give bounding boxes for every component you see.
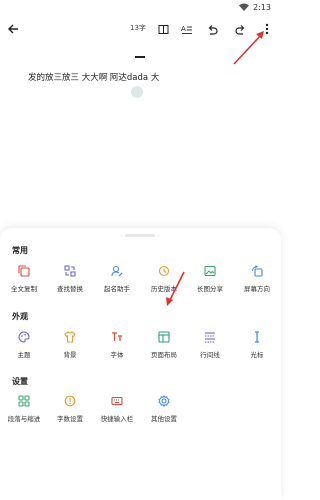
background-button[interactable]: 背景 — [46, 330, 94, 364]
back-arrow-icon — [8, 24, 18, 34]
sheet-drag-handle[interactable] — [125, 234, 155, 237]
status-bar: 2:13 — [0, 0, 281, 14]
word-count: 13字 — [130, 24, 146, 32]
options-sheet: 常用 全文复制 查找替换 起名助手 历史版本 长图分享 屏幕方向 外观 主题 背… — [0, 228, 281, 500]
word-count-settings-label: 字数设置 — [57, 415, 83, 423]
line-spacing-button[interactable]: 行间线 — [186, 330, 234, 364]
naming-assistant-label: 起名助手 — [104, 285, 130, 293]
naming-assistant-button[interactable]: 起名助手 — [93, 264, 141, 298]
other-settings-label: 其他设置 — [151, 415, 177, 423]
shirt-icon — [64, 331, 76, 343]
book-icon — [158, 24, 168, 34]
cursor-button[interactable]: 光标 — [233, 330, 281, 364]
gear-icon — [158, 395, 170, 407]
quick-input-bar-button[interactable]: 快捷输入栏 — [93, 394, 141, 428]
find-replace-icon — [64, 265, 76, 277]
copy-all-button[interactable]: 全文复制 — [0, 264, 48, 298]
background-label: 背景 — [63, 351, 77, 359]
format-button[interactable]: A — [176, 14, 198, 44]
section-title-common: 常用 — [12, 246, 28, 255]
word-count-settings-button[interactable]: 字数设置 — [46, 394, 94, 428]
theme-label: 主题 — [17, 351, 31, 359]
line-spacing-label: 行间线 — [200, 351, 220, 359]
reading-mode-button[interactable] — [152, 14, 174, 44]
back-button[interactable] — [2, 14, 24, 44]
text-cursor-icon — [255, 331, 259, 343]
page-layout-label: 页面布局 — [151, 351, 177, 359]
cursor-label: 光标 — [250, 351, 264, 359]
editor-text[interactable]: 发的放三放三 大大啊 阿达dada 大 — [28, 71, 159, 83]
svg-text:A: A — [181, 25, 186, 33]
find-replace-label: 查找替换 — [57, 285, 83, 293]
editor-area[interactable]: 发的放三放三 大大啊 阿达dada 大 — [0, 44, 281, 244]
long-image-share-label: 长图分享 — [197, 285, 223, 293]
layout-icon — [158, 331, 170, 343]
title-placeholder-line — [135, 56, 145, 58]
undo-button[interactable] — [201, 14, 223, 44]
find-replace-button[interactable]: 查找替换 — [46, 264, 94, 298]
long-image-share-button[interactable]: 长图分享 — [186, 264, 234, 298]
rotate-screen-icon — [252, 265, 263, 277]
screen-orientation-button[interactable]: 屏幕方向 — [233, 264, 281, 298]
image-icon — [204, 265, 216, 277]
palette-icon — [18, 331, 30, 343]
quick-input-bar-label: 快捷输入栏 — [100, 415, 134, 423]
cursor-handle[interactable] — [131, 86, 143, 98]
font-button[interactable]: 字体 — [93, 330, 141, 364]
paragraph-grid-icon — [18, 395, 30, 407]
info-circle-icon — [64, 395, 76, 407]
section-title-settings: 设置 — [12, 377, 28, 386]
other-settings-button[interactable]: 其他设置 — [140, 394, 188, 428]
font-label: 字体 — [110, 351, 124, 359]
section-title-appearance: 外观 — [12, 312, 28, 321]
keyboard-icon — [111, 396, 123, 406]
wifi-icon — [239, 3, 250, 11]
text-format-icon: A — [181, 25, 192, 34]
status-time: 2:13 — [253, 2, 271, 12]
page-layout-button[interactable]: 页面布局 — [140, 330, 188, 364]
annotation-arrow-history — [166, 271, 185, 306]
theme-button[interactable]: 主题 — [0, 330, 48, 364]
person-edit-icon — [111, 265, 123, 277]
screen-orientation-label: 屏幕方向 — [244, 285, 270, 293]
undo-icon — [208, 24, 218, 35]
copy-all-label: 全文复制 — [11, 285, 37, 293]
copy-icon — [18, 265, 30, 277]
paragraph-indent-button[interactable]: 段落与缩进 — [0, 394, 48, 428]
lines-icon — [205, 332, 215, 343]
paragraph-indent-label: 段落与缩进 — [7, 415, 41, 423]
font-icon — [112, 332, 122, 341]
annotation-arrow-more — [233, 31, 264, 65]
